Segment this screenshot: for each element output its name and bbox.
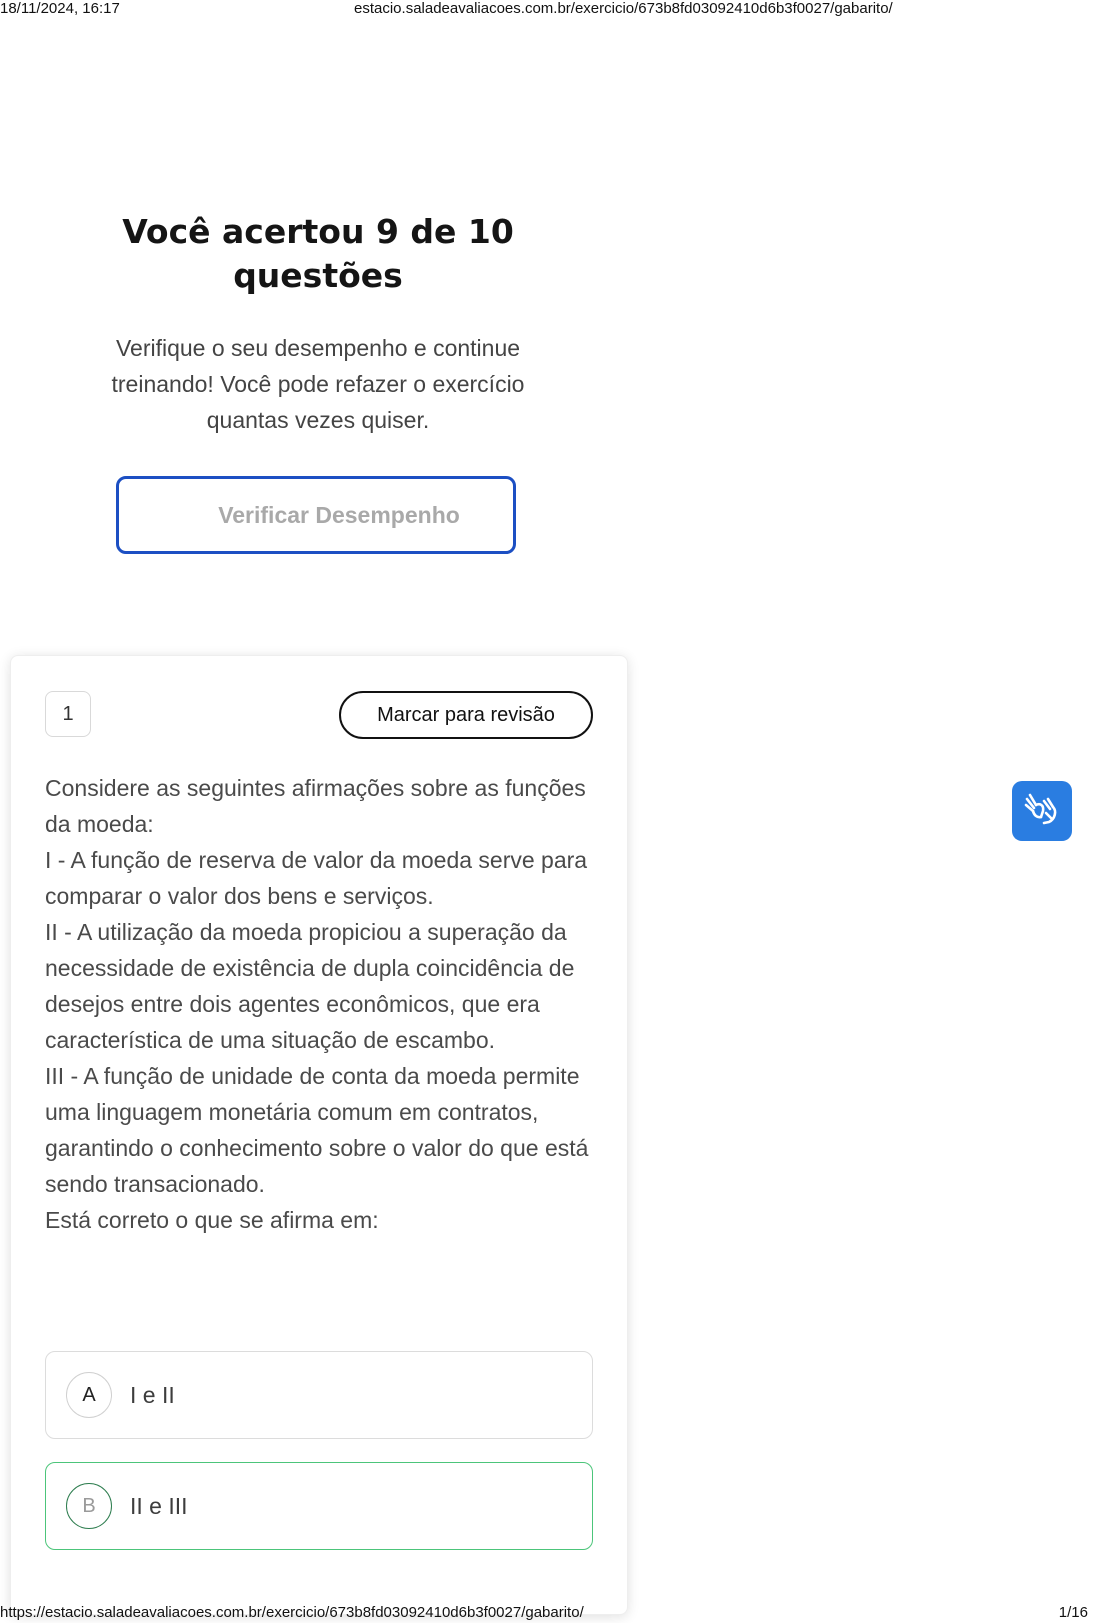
result-summary: Você acertou 9 de 10 questões Verifique … (60, 210, 576, 438)
mark-for-review-button[interactable]: Marcar para revisão (339, 691, 593, 739)
accessibility-button[interactable] (1012, 781, 1072, 841)
sign-language-icon (1022, 789, 1062, 834)
print-footer: https://estacio.saladeavaliacoes.com.br/… (0, 1601, 1094, 1623)
print-datetime: 18/11/2024, 16:17 (0, 0, 120, 17)
option-letter: B (66, 1483, 112, 1529)
question-card: 1 Marcar para revisão Considere as segui… (10, 655, 628, 1615)
print-header-url: estacio.saladeavaliacoes.com.br/exercici… (354, 0, 893, 17)
result-title: Você acertou 9 de 10 questões (60, 210, 576, 298)
print-page-number: 1/16 (1058, 1604, 1088, 1621)
question-text: Considere as seguintes afirmações sobre … (45, 770, 590, 1238)
question-line: Está correto o que se afirma em: (45, 1207, 379, 1233)
result-subtitle: Verifique o seu desempenho e continue tr… (111, 335, 525, 433)
question-number-badge: 1 (45, 691, 91, 737)
print-footer-url: https://estacio.saladeavaliacoes.com.br/… (0, 1604, 584, 1621)
question-line: III - A função de unidade de conta da mo… (45, 1063, 589, 1197)
option-text: I e II (130, 1381, 175, 1408)
verify-performance-button[interactable]: Verificar Desempenho (116, 476, 516, 554)
print-header: 18/11/2024, 16:17 estacio.saladeavaliaco… (0, 0, 1094, 20)
result-title-line1: Você acertou 9 de 10 (122, 212, 514, 251)
answer-option-b[interactable]: B II e III (45, 1462, 593, 1550)
option-text: II e III (130, 1492, 188, 1519)
question-line: II - A utilização da moeda propiciou a s… (45, 919, 575, 1053)
question-line: I - A função de reserva de valor da moed… (45, 847, 588, 909)
answer-option-a[interactable]: A I e II (45, 1351, 593, 1439)
result-title-line2: questões (233, 256, 403, 295)
question-line: Considere as seguintes afirmações sobre … (45, 775, 586, 837)
option-letter: A (66, 1372, 112, 1418)
